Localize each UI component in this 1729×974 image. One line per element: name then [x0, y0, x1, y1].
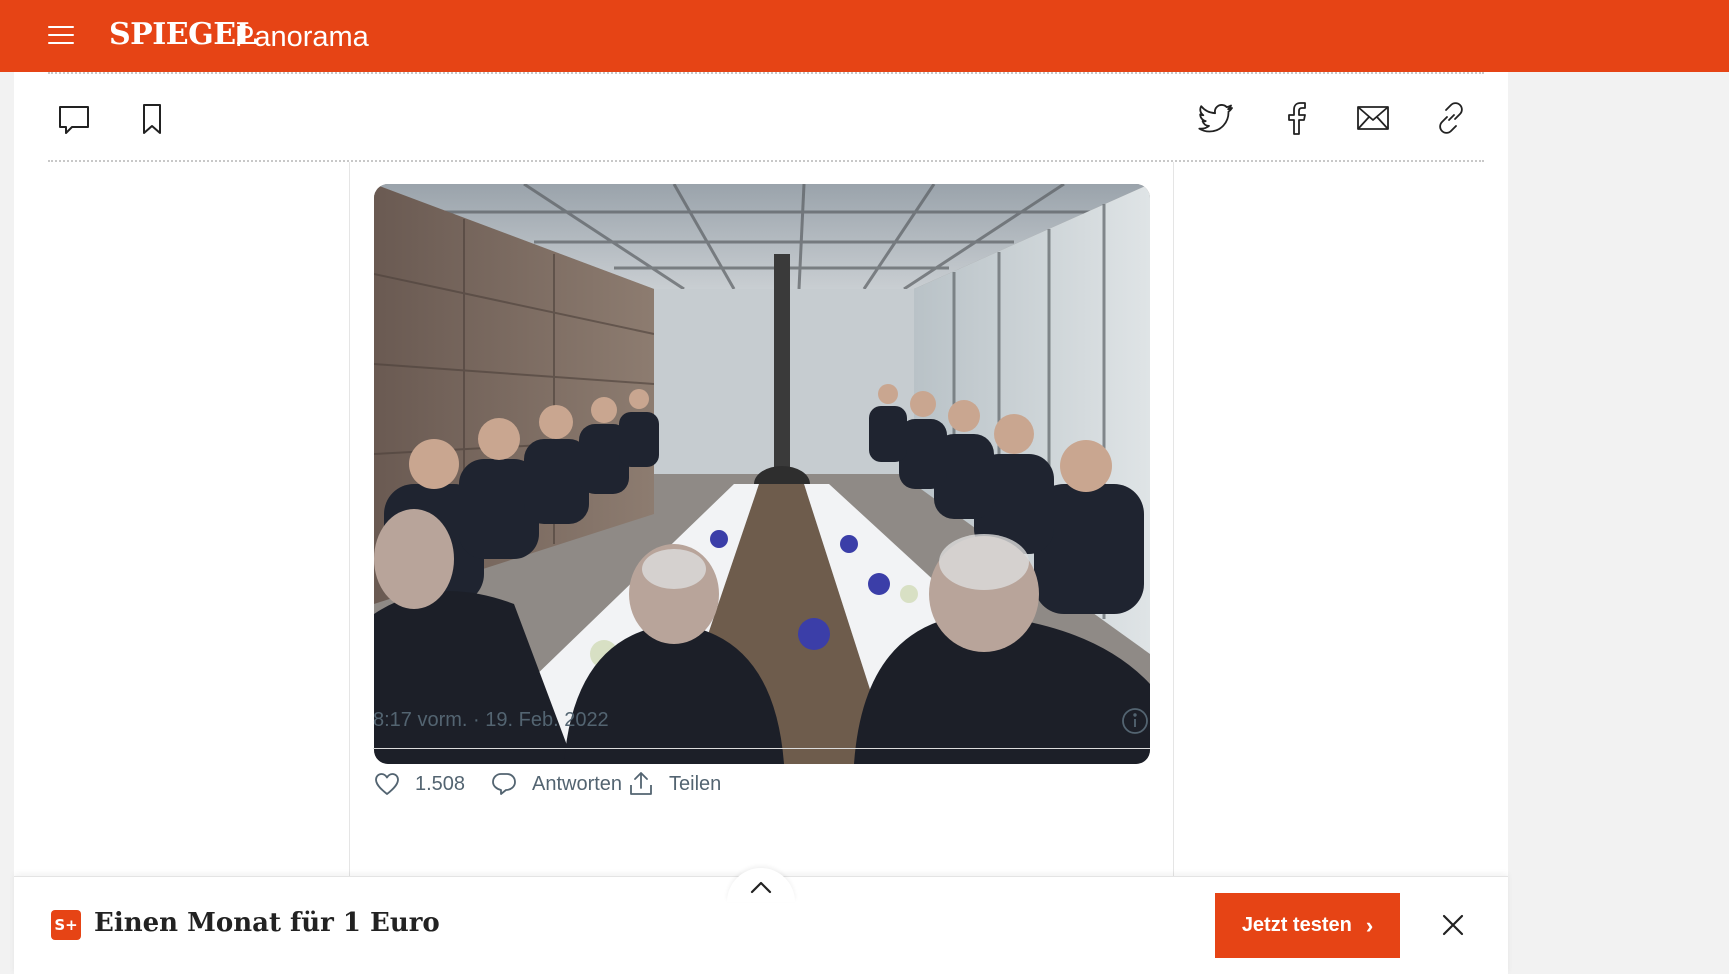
section-title[interactable]: Panorama	[235, 21, 369, 54]
reply-button[interactable]: Antworten	[490, 766, 622, 802]
mail-icon[interactable]	[1353, 98, 1393, 138]
chevron-up-icon	[750, 881, 772, 894]
close-icon[interactable]	[1438, 910, 1468, 940]
share-button[interactable]: Teilen	[627, 766, 721, 802]
link-icon[interactable]	[1431, 98, 1471, 138]
facebook-icon[interactable]	[1276, 98, 1316, 138]
comment-icon[interactable]	[54, 99, 94, 139]
tweet-photo[interactable]	[374, 184, 1150, 764]
share-upload-icon	[630, 772, 652, 795]
bookmark-icon[interactable]	[132, 99, 172, 139]
promo-text: Einen Monat für 1 Euro	[94, 908, 440, 938]
tweet-timestamp[interactable]: 8:17 vorm. · 19. Feb. 2022	[373, 709, 609, 732]
spiegel-plus-badge: S+	[51, 910, 81, 940]
info-icon[interactable]	[1120, 706, 1150, 736]
embed-border-left	[349, 162, 350, 952]
chevron-right-icon: ›	[1365, 912, 1374, 938]
try-now-button[interactable]: Jetzt testen ›	[1215, 893, 1400, 958]
share-label: Teilen	[669, 772, 722, 795]
article-content: 8:17 vorm. · 19. Feb. 2022 1.508 Antwort…	[14, 72, 1508, 973]
dotted-divider	[48, 160, 1484, 162]
embed-border-right	[1173, 162, 1174, 952]
reply-bubble-icon	[492, 773, 516, 795]
reply-label: Antworten	[532, 772, 623, 795]
twitter-icon[interactable]	[1198, 98, 1238, 138]
try-now-label: Jetzt testen	[1241, 914, 1352, 936]
dotted-divider	[48, 72, 1484, 74]
scroll-up-button[interactable]	[727, 868, 795, 902]
tweet-divider	[373, 748, 1150, 749]
like-count: 1.508	[415, 772, 466, 795]
heart-icon	[375, 773, 399, 795]
hamburger-menu-icon[interactable]	[48, 26, 74, 46]
top-bar: SPIEGEL Panorama	[0, 0, 1729, 72]
like-button[interactable]: 1.508	[373, 766, 465, 802]
